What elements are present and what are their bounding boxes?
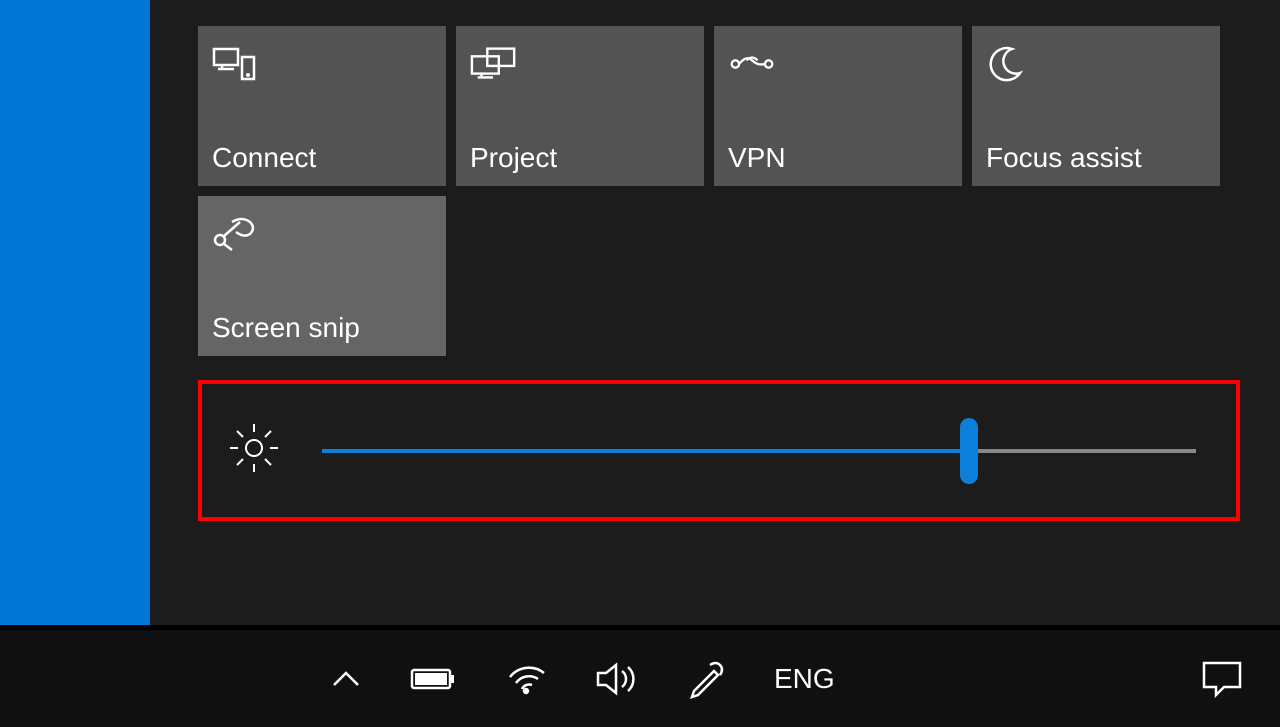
tile-label: Project — [470, 142, 688, 174]
screen-snip-icon — [212, 214, 260, 254]
tile-vpn[interactable]: VPN — [714, 26, 962, 186]
volume-icon[interactable] — [596, 661, 638, 697]
quick-action-tiles: Connect Project — [198, 26, 1240, 356]
brightness-slider[interactable] — [322, 431, 1196, 471]
brightness-icon — [226, 420, 282, 481]
tile-label: Screen snip — [212, 312, 430, 344]
tile-label: Focus assist — [986, 142, 1204, 174]
action-center-icon[interactable] — [1200, 659, 1244, 699]
language-label: ENG — [774, 663, 835, 695]
tile-label: Connect — [212, 142, 430, 174]
tile-connect[interactable]: Connect — [198, 26, 446, 186]
tray-overflow-chevron-icon[interactable] — [330, 669, 362, 689]
tile-project[interactable]: Project — [456, 26, 704, 186]
wifi-icon[interactable] — [504, 661, 548, 697]
tile-screen-snip[interactable]: Screen snip — [198, 196, 446, 356]
battery-icon[interactable] — [410, 666, 456, 692]
desktop-blue-edge — [0, 0, 150, 625]
project-icon — [470, 44, 518, 84]
moon-icon — [986, 44, 1034, 84]
slider-thumb[interactable] — [960, 418, 978, 484]
connect-icon — [212, 44, 260, 84]
language-indicator[interactable]: ENG — [774, 663, 835, 695]
brightness-highlight-box — [198, 380, 1240, 521]
vpn-icon — [728, 44, 776, 84]
pen-icon[interactable] — [686, 659, 726, 699]
action-center-panel: Connect Project — [150, 0, 1280, 625]
tile-label: VPN — [728, 142, 946, 174]
tile-focus-assist[interactable]: Focus assist — [972, 26, 1220, 186]
slider-fill — [322, 449, 969, 453]
taskbar: ENG — [0, 630, 1280, 727]
slider-track — [322, 449, 1196, 453]
